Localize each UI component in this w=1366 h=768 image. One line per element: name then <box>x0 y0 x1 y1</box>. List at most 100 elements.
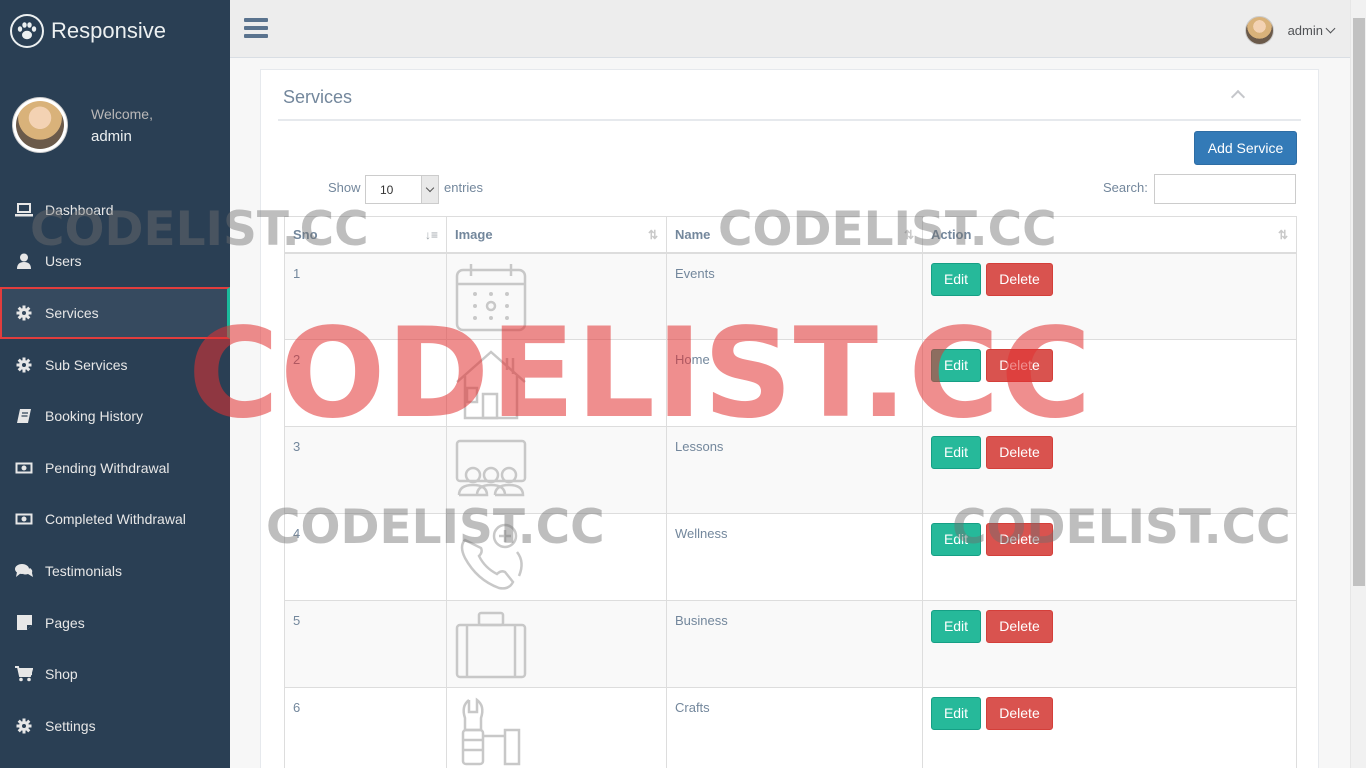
entries-label: entries <box>444 180 484 195</box>
cell-sno: 4 <box>284 513 447 601</box>
table-row: 3 Lessons Edit Delete <box>284 426 1297 514</box>
column-header-label: Sno <box>293 226 318 242</box>
edit-button[interactable]: Edit <box>931 610 981 643</box>
edit-button[interactable]: Edit <box>931 697 981 730</box>
cell-image <box>446 513 667 601</box>
tools-icon <box>461 697 521 766</box>
sidebar-item-users[interactable]: Users <box>0 236 230 288</box>
user-menu[interactable]: admin <box>1244 16 1336 45</box>
delete-button[interactable]: Delete <box>986 610 1053 643</box>
sidebar-item-label: Pages <box>45 614 85 631</box>
gear-icon <box>15 717 33 735</box>
sidebar-item-label: Pending Withdrawal <box>45 459 170 476</box>
sort-icon: ⇅ <box>1277 228 1288 242</box>
gear-icon <box>15 356 33 374</box>
add-service-button[interactable]: Add Service <box>1194 131 1297 165</box>
cell-name: Business <box>666 600 923 688</box>
show-label: Show <box>328 180 361 195</box>
delete-button[interactable]: Delete <box>986 523 1053 556</box>
sidebar-nav: Dashboard Users Services Sub Services Bo… <box>0 184 230 752</box>
sidebar-item-pending-withdrawal[interactable]: Pending Withdrawal <box>0 442 230 494</box>
column-header-name[interactable]: Name ⇅ <box>666 216 923 254</box>
column-header-label: Image <box>455 226 493 242</box>
table-row: 5 Business Edit Delete <box>284 600 1297 688</box>
delete-button[interactable]: Delete <box>986 262 1053 296</box>
delete-button[interactable]: Delete <box>986 436 1053 469</box>
app-root: Responsive Welcome, admin Dashboard User… <box>0 0 1366 768</box>
book-icon <box>15 407 33 425</box>
sidebar-item-shop[interactable]: Shop <box>0 648 230 700</box>
edit-button[interactable]: Edit <box>931 523 981 556</box>
cell-sno: 2 <box>284 339 447 427</box>
comments-icon <box>15 562 33 580</box>
sidebar-item-sub-services[interactable]: Sub Services <box>0 339 230 391</box>
sidebar-item-label: Testimonials <box>45 562 123 579</box>
cell-image <box>446 687 667 768</box>
cell-image <box>446 339 667 427</box>
table-row: 6 Crafts Edit Delete <box>284 687 1297 768</box>
table-row: 2 Home Edit Delete <box>284 339 1297 427</box>
services-panel: Services Add Service Show 10 entries Sea… <box>260 69 1319 768</box>
cell-sno: 1 <box>284 252 447 340</box>
column-header-label: Name <box>675 226 711 242</box>
laptop-icon <box>15 201 33 219</box>
search-label: Search: <box>1103 180 1148 195</box>
sidebar-item-label: Shop <box>45 666 78 683</box>
services-table: Sno ↓≡ Image ⇅ Name ⇅ Action ⇅ 1 Events Edit… <box>284 216 1297 768</box>
sidebar-item-dashboard[interactable]: Dashboard <box>0 184 230 236</box>
edit-button[interactable]: Edit <box>931 436 981 469</box>
search-input[interactable] <box>1154 174 1296 204</box>
sidebar-item-label: Booking History <box>45 408 144 425</box>
cell-name: Wellness <box>666 513 923 601</box>
sidebar-item-settings[interactable]: Settings <box>0 700 230 752</box>
cell-action: Edit Delete <box>922 600 1297 688</box>
page-length-value: 10 <box>380 182 394 197</box>
column-header-action[interactable]: Action ⇅ <box>922 216 1297 254</box>
chevron-down-icon <box>1325 23 1336 34</box>
cell-image <box>446 426 667 514</box>
cell-action: Edit Delete <box>922 513 1297 601</box>
sidebar-item-pages[interactable]: Pages <box>0 597 230 649</box>
cell-action: Edit Delete <box>922 252 1297 340</box>
top-navbar: admin <box>230 0 1350 58</box>
edit-button[interactable]: Edit <box>931 349 981 382</box>
sidebar-item-services[interactable]: Services <box>0 287 230 339</box>
sticky-note-icon <box>15 614 33 632</box>
page-scrollbar[interactable] <box>1350 0 1366 768</box>
column-header-sno[interactable]: Sno ↓≡ <box>284 216 447 254</box>
cell-sno: 6 <box>284 687 447 768</box>
sidebar-item-booking-history[interactable]: Booking History <box>0 390 230 442</box>
edit-button[interactable]: Edit <box>931 262 981 296</box>
cell-name: Events <box>666 252 923 340</box>
profile: Welcome, admin <box>12 97 153 153</box>
profile-name: admin <box>91 127 132 145</box>
sidebar-item-label: Services <box>45 304 99 321</box>
sidebar-item-testimonials[interactable]: Testimonials <box>0 545 230 597</box>
brand[interactable]: Responsive <box>0 0 230 62</box>
scrollbar-thumb[interactable] <box>1353 18 1365 586</box>
menu-toggle-icon[interactable] <box>244 18 268 40</box>
table-row: 4 Wellness Edit Delete <box>284 513 1297 601</box>
delete-button[interactable]: Delete <box>986 349 1053 382</box>
sidebar-item-completed-withdrawal[interactable]: Completed Withdrawal <box>0 494 230 546</box>
money-icon <box>15 510 33 528</box>
sidebar: Responsive Welcome, admin Dashboard User… <box>0 0 230 768</box>
calendar-icon <box>455 263 527 331</box>
chevron-up-icon[interactable] <box>1230 89 1246 105</box>
cell-name: Lessons <box>666 426 923 514</box>
brand-title: Responsive <box>51 18 166 43</box>
sidebar-item-label: Completed Withdrawal <box>45 511 186 528</box>
cell-action: Edit Delete <box>922 426 1297 514</box>
classroom-icon <box>455 439 527 497</box>
delete-button[interactable]: Delete <box>986 697 1053 730</box>
column-header-label: Action <box>931 226 972 242</box>
page-length-select[interactable]: 10 <box>365 175 439 204</box>
divider <box>278 119 1301 121</box>
column-header-image[interactable]: Image ⇅ <box>446 216 667 254</box>
house-icon <box>456 350 526 420</box>
cell-name: Home <box>666 339 923 427</box>
table-header-row: Sno ↓≡ Image ⇅ Name ⇅ Action ⇅ <box>284 216 1297 254</box>
cell-sno: 5 <box>284 600 447 688</box>
paw-icon <box>10 14 44 48</box>
sort-asc-icon: ↓≡ <box>424 228 438 242</box>
